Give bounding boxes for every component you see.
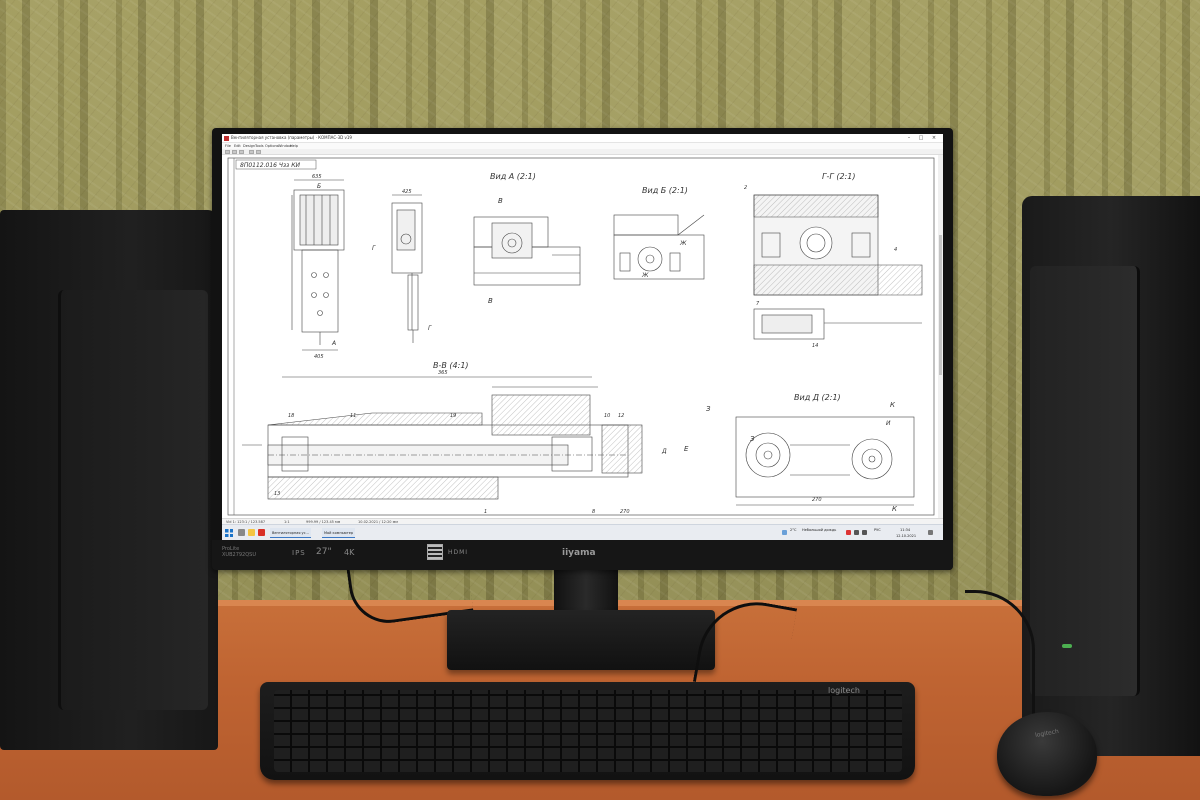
monitor-series: ProLite XUB2792QSU xyxy=(222,546,256,558)
side-view xyxy=(391,194,423,343)
view-a-drawing xyxy=(473,216,581,286)
volume-icon[interactable] xyxy=(862,530,867,535)
drawing-stamp: 8П0112.016 Чзз КИ xyxy=(240,162,301,169)
minimize-button[interactable]: – xyxy=(904,135,914,142)
marker-a: А xyxy=(331,340,336,347)
section-vv-label: В-В (4:1) xyxy=(433,361,469,370)
dim-365: 365 xyxy=(438,370,448,376)
left-speaker-panel xyxy=(58,290,208,710)
section-vv-drawing xyxy=(242,376,643,500)
dim-270: 270 xyxy=(812,497,822,503)
monitor-brand: iiyama xyxy=(562,548,596,558)
keyboard[interactable]: logitech xyxy=(260,682,915,780)
weather-temp: 2°C xyxy=(790,528,797,532)
spec-4k: 4K xyxy=(344,548,355,557)
dim-405: 405 xyxy=(314,354,324,360)
monitor: Вентиляторная установка (параметры) · КО… xyxy=(212,128,953,570)
monitor-stand-base xyxy=(447,610,715,670)
right-speaker xyxy=(1022,196,1200,756)
marker-b-top: Б xyxy=(317,183,321,190)
spec-hdmi: HDMI xyxy=(448,549,469,556)
label-7: 7 xyxy=(756,301,760,307)
search-icon[interactable] xyxy=(238,529,245,536)
marker-z-mid: З xyxy=(750,435,755,443)
window-titlebar: Вентиляторная установка (параметры) · КО… xyxy=(222,134,943,143)
tray-app-icon[interactable] xyxy=(846,530,851,535)
label-4: 4 xyxy=(894,247,897,253)
notification-icon[interactable] xyxy=(928,530,933,535)
close-button[interactable]: × xyxy=(929,135,939,142)
mouse-brand: logitech xyxy=(1034,727,1060,740)
dim-635: 635 xyxy=(312,174,322,180)
keyboard-keys[interactable] xyxy=(274,690,902,772)
weather-label[interactable]: Небольшой дождь xyxy=(802,528,836,533)
qr-code-icon xyxy=(427,544,443,560)
left-speaker xyxy=(0,210,218,750)
maximize-button[interactable]: □ xyxy=(916,135,926,142)
label-10: 10 xyxy=(604,413,610,419)
marker-v-top: В xyxy=(498,197,503,205)
label-18: 18 xyxy=(288,413,294,419)
marker-i: И xyxy=(886,420,891,427)
clock-date[interactable]: 12.10.2021 xyxy=(896,534,916,539)
network-icon[interactable] xyxy=(854,530,859,535)
view-d-drawing xyxy=(735,416,915,506)
mouse[interactable]: logitech xyxy=(997,712,1097,796)
view-b-drawing xyxy=(613,214,705,280)
section-gg-label: Г-Г (2:1) xyxy=(822,172,855,181)
view-b-label: Вид Б (2:1) xyxy=(642,186,688,195)
power-led xyxy=(1062,644,1072,648)
weather-icon[interactable] xyxy=(782,530,787,535)
app-taskbar-icon[interactable] xyxy=(258,529,265,536)
marker-zh-top: Ж xyxy=(679,240,687,247)
label-11: 11 xyxy=(350,413,356,419)
drawing-canvas[interactable]: 8П0112.016 Чзз КИ Вид А (2:1) Вид Б (2:1… xyxy=(222,155,938,518)
label-13: 13 xyxy=(274,491,280,497)
right-speaker-panel xyxy=(1030,266,1140,696)
marker-d: Д xyxy=(661,448,667,455)
save-icon[interactable] xyxy=(239,150,244,154)
marker-k-top: К xyxy=(890,401,896,409)
language-indicator[interactable]: РУС xyxy=(874,528,881,533)
zoom-icon[interactable] xyxy=(256,150,261,154)
taskbar: Вентиляторная ус... Мой компьютер 2°C Не… xyxy=(222,524,943,540)
taskbar-app-computer[interactable]: Мой компьютер xyxy=(322,528,356,538)
view-a-label: Вид А (2:1) xyxy=(490,172,536,181)
spec-ips: IPS xyxy=(292,549,306,557)
new-file-icon[interactable] xyxy=(225,150,230,154)
label-19: 19 xyxy=(450,413,456,419)
app-icon xyxy=(224,136,229,141)
label-12: 12 xyxy=(618,413,624,419)
screen: Вентиляторная установка (параметры) · КО… xyxy=(222,134,943,540)
taskbar-app-kompas[interactable]: Вентиляторная ус... xyxy=(270,528,311,538)
monitor-model-text: XUB2792QSU xyxy=(222,552,257,558)
window-title: Вентиляторная установка (параметры) · КО… xyxy=(231,135,352,140)
label-8: 8 xyxy=(592,509,595,515)
front-view xyxy=(291,179,345,351)
marker-zh-bottom: Ж xyxy=(641,272,649,279)
print-icon[interactable] xyxy=(249,150,254,154)
scrollbar-thumb[interactable] xyxy=(939,235,942,375)
label-2: 2 xyxy=(744,185,747,191)
marker-z-top: З xyxy=(706,405,711,413)
marker-e: Е xyxy=(684,445,689,453)
marker-v-bottom: В xyxy=(488,297,493,305)
keyboard-brand: logitech xyxy=(828,686,860,695)
spec-size: 27" xyxy=(316,547,332,557)
label-1: 270 xyxy=(620,509,630,515)
file-explorer-icon[interactable] xyxy=(248,529,255,536)
marker-k-bottom: К xyxy=(892,505,898,513)
view-d-label: Вид Д (2:1) xyxy=(794,393,841,402)
vertical-scrollbar[interactable] xyxy=(938,155,943,518)
clock-time[interactable]: 11:34 xyxy=(900,528,910,533)
start-button[interactable] xyxy=(225,529,233,537)
open-file-icon[interactable] xyxy=(232,150,237,154)
label-6: 1 xyxy=(484,509,487,515)
section-gg-drawing xyxy=(753,194,923,340)
dim-425: 425 xyxy=(402,189,412,195)
marker-g-left: Г xyxy=(372,245,376,252)
label-14: 14 xyxy=(812,343,818,349)
marker-g-right: Г xyxy=(428,325,432,332)
